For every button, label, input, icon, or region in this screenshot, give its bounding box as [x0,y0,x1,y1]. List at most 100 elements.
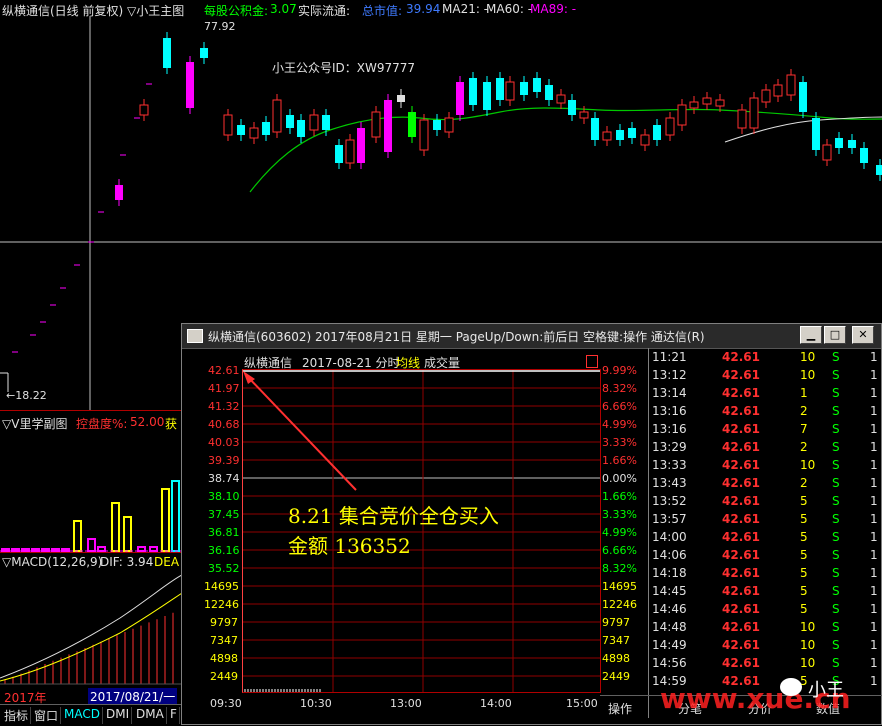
tick-vol: 5 [800,566,808,580]
tick-side: S [832,584,840,598]
tick-n: 1 [870,674,878,688]
tick-vol: 2 [800,476,808,490]
tick-n: 1 [870,638,878,652]
tick-price: 42.61 [722,584,760,598]
time-label: 13:00 [390,697,422,710]
tick-vol: 2 [800,404,808,418]
price-label: 38.10 [208,490,240,503]
tick-time: 11:21 [652,350,687,364]
macd-subchart-panel[interactable]: ▽MACD(12,26,9) DIF: 3.94 DEA [0,552,182,689]
candles [115,32,882,206]
tick-row: 13:57 42.61 5 S 1 [650,512,882,530]
tick-row: 13:16 42.61 7 S 1 [650,422,882,440]
popup-titlebar[interactable]: 纵横通信(603602) 2017年08月21日 星期一 PageUp/Down… [182,324,881,349]
tick-row: 14:00 42.61 5 S 1 [650,530,882,548]
tick-n: 1 [870,422,878,436]
tick-side: S [832,494,840,508]
price-label: 37.45 [208,508,240,521]
tick-n: 1 [870,386,878,400]
tick-price: 42.61 [722,530,760,544]
tick-row: 14:49 42.61 10 S 1 [650,638,882,656]
pct-label: 1.66% [602,454,637,467]
time-label: 09:30 [210,697,242,710]
tick-price: 42.61 [722,620,760,634]
tick-n: 1 [870,548,878,562]
tick-vol: 10 [800,656,816,670]
tick-side: S [832,566,840,580]
pct-label: 6.66% [602,400,637,413]
intraday-popup-window[interactable]: 纵横通信(603602) 2017年08月21日 星期一 PageUp/Down… [181,323,882,725]
tick-row: 13:29 42.61 2 S 1 [650,440,882,458]
close-button[interactable]: ✕ [852,326,874,344]
tab-indicator[interactable]: 指标 [2,707,32,724]
vol-label: 12246 [204,598,239,611]
minimize-button[interactable]: ▁ [800,326,822,344]
pct-label: 0.00% [602,472,637,485]
tick-side: S [832,638,840,652]
tick-vol: 5 [800,494,808,508]
tick-time: 13:16 [652,404,687,418]
tick-time: 13:33 [652,458,687,472]
price-label: 42.61 [208,364,240,377]
vol-subchart-panel[interactable]: ▽V里学副图 控盘度%: 52.00 获 [0,410,182,553]
tab-dmi[interactable]: DMI [104,707,133,724]
tick-row: 14:45 42.61 5 S 1 [650,584,882,602]
tick-price: 42.61 [722,476,760,490]
header-corner-icon[interactable] [586,355,598,368]
tick-side: S [832,386,840,400]
vol-bars [0,480,182,552]
tick-time: 14:00 [652,530,687,544]
tick-time: 14:46 [652,602,687,616]
tick-vol: 10 [800,458,816,472]
popup-title: 纵横通信(603602) 2017年08月21日 星期一 PageUp/Down… [208,330,705,344]
tick-vol: 10 [800,620,816,634]
tick-price: 42.61 [722,656,760,670]
vol-label: 4898 [210,652,238,665]
tab-dma[interactable]: DMA [134,707,167,724]
tick-row: 13:16 42.61 2 S 1 [650,404,882,422]
vol-label: 9797 [210,616,238,629]
tick-price: 42.61 [722,512,760,526]
tick-vol: 2 [800,440,808,454]
operate-button[interactable]: 操作 [608,700,632,717]
popup-app-icon [187,329,203,343]
vol-label: 2449 [210,670,238,683]
tick-n: 1 [870,368,878,382]
tick-vol: 5 [800,548,808,562]
tick-n: 1 [870,656,878,670]
price-label: 41.32 [208,400,240,413]
wechat-icon [780,678,802,696]
price-label: 36.16 [208,544,240,557]
vol-label: 2449 [602,670,630,683]
tick-side: S [832,440,840,454]
tick-time: 14:45 [652,584,687,598]
tick-time: 13:16 [652,422,687,436]
vol-label: 14695 [602,580,637,593]
tick-row: 14:18 42.61 5 S 1 [650,566,882,584]
vol-label: 14695 [204,580,239,593]
tick-price: 42.61 [722,404,760,418]
tab-macd[interactable]: MACD [62,707,103,724]
tick-price: 42.61 [722,386,760,400]
tick-side: S [832,512,840,526]
tick-side: S [832,422,840,436]
intraday-grid[interactable]: 8.21 集合竞价全仓买入 金额 136352 [242,369,601,693]
annotation-line2: 金额 136352 [288,534,411,558]
tick-vol: 10 [800,638,816,652]
pct-label: 9.99% [602,364,637,377]
time-label: 10:30 [300,697,332,710]
tick-price: 42.61 [722,458,760,472]
tick-time: 13:52 [652,494,687,508]
pct-label: 6.66% [602,544,637,557]
vol-label: 4898 [602,652,630,665]
tab-window[interactable]: 窗口 [32,707,62,724]
tab-f[interactable]: F [168,707,180,724]
maximize-button[interactable]: □ [824,326,846,344]
tick-side: S [832,602,840,616]
tick-time: 13:43 [652,476,687,490]
pct-label: 3.33% [602,436,637,449]
price-label: 40.68 [208,418,240,431]
tick-n: 1 [870,404,878,418]
price-label: 38.74 [208,472,240,485]
tick-side: S [832,656,840,670]
